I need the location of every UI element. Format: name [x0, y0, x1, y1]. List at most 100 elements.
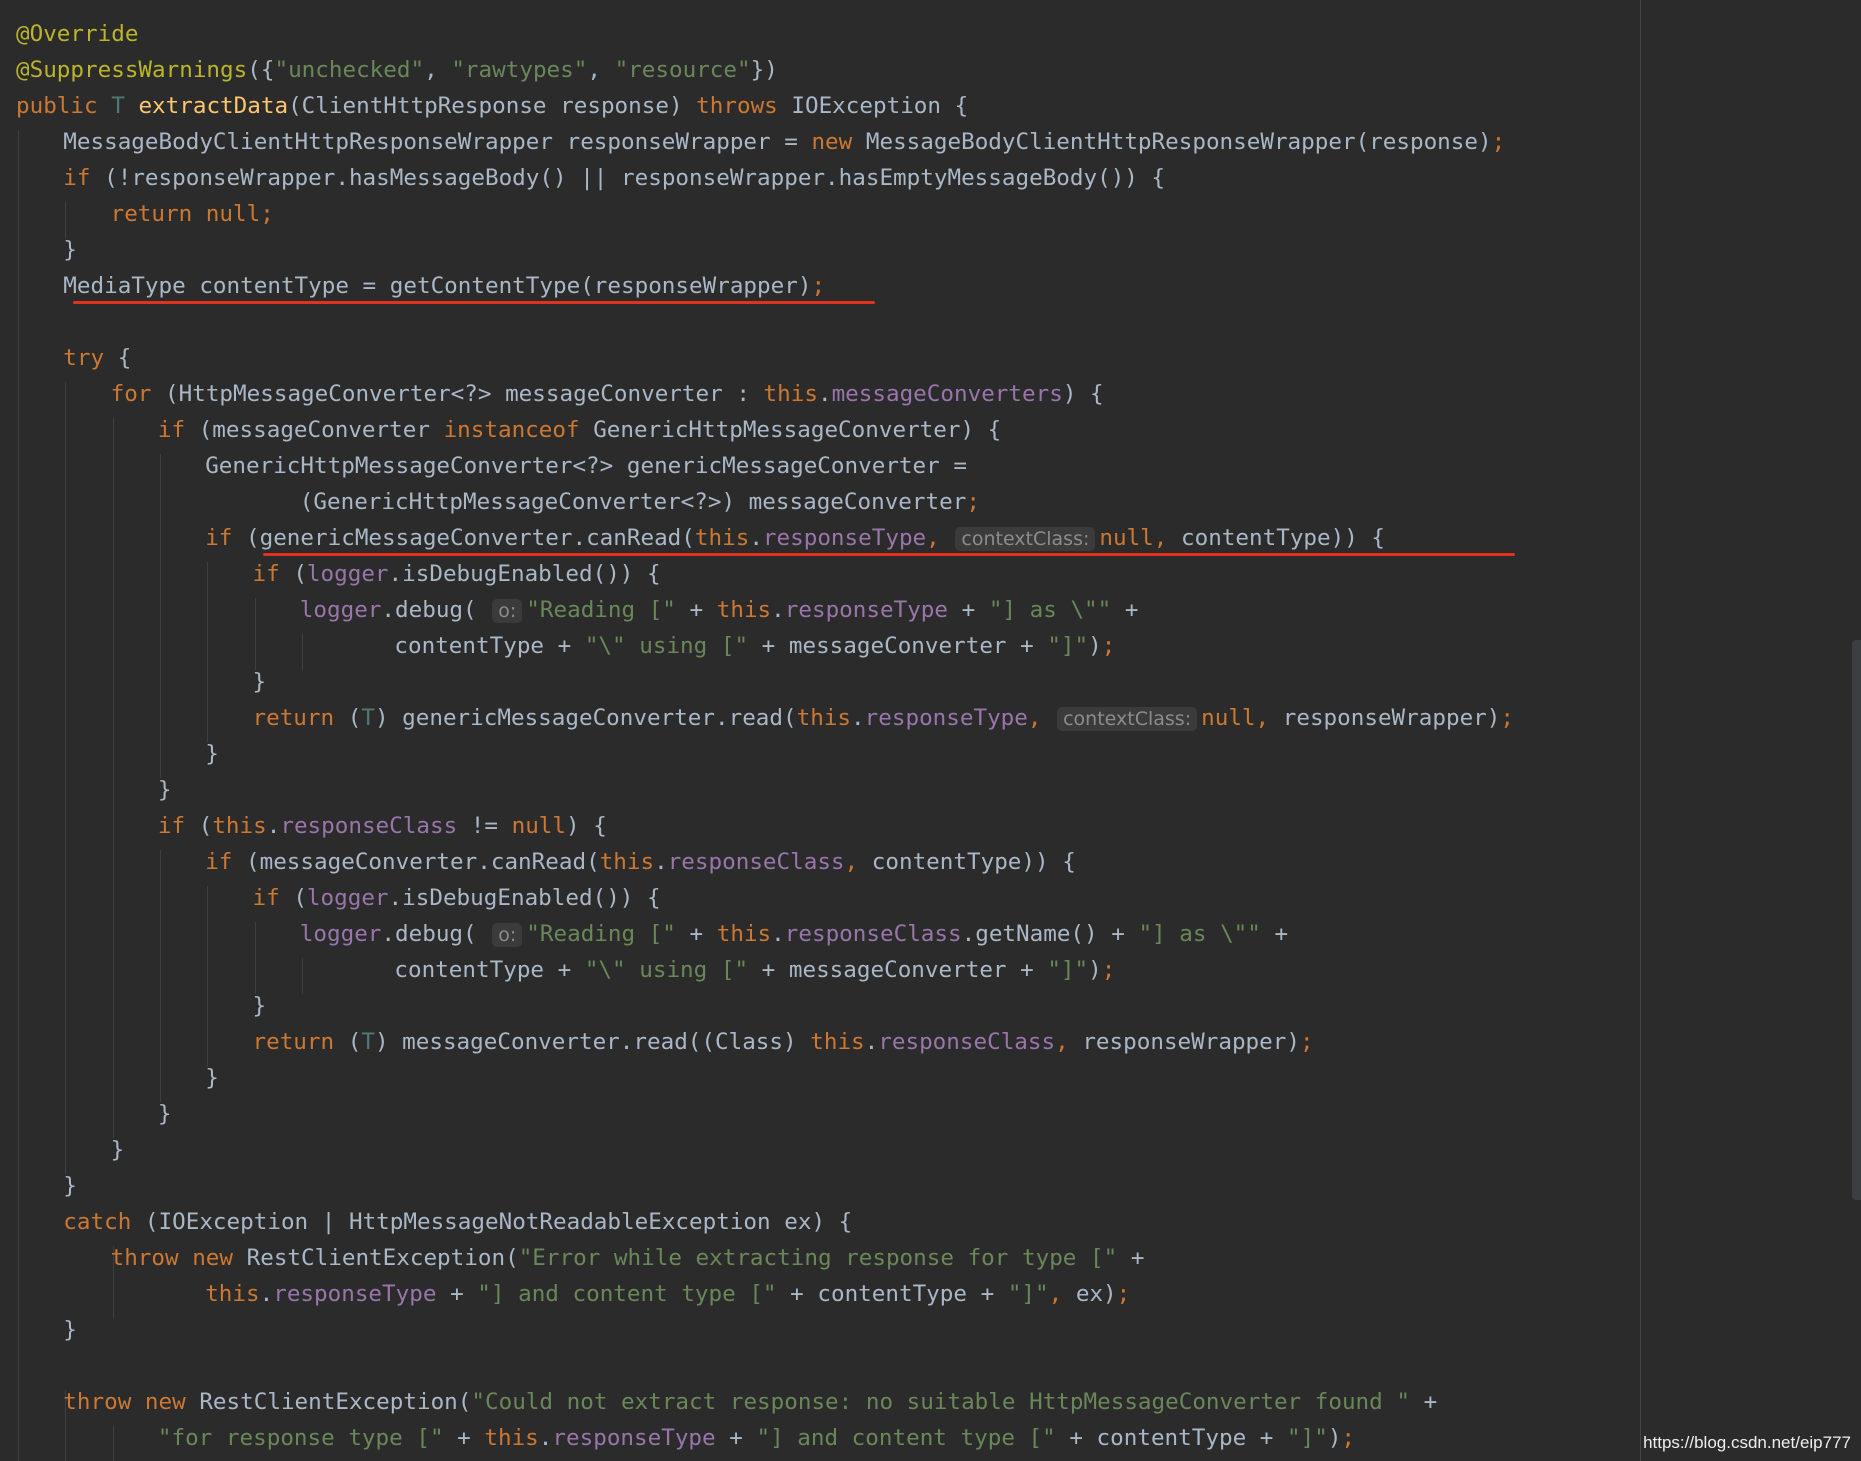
code-token: (HttpMessageConverter<?> messageConverte…: [165, 381, 764, 407]
code-line[interactable]: }: [253, 988, 267, 1024]
code-token: ,: [1027, 705, 1056, 731]
code-token: ): [1327, 1425, 1342, 1451]
code-token: +: [1423, 1389, 1438, 1415]
code-line[interactable]: }: [111, 1132, 125, 1168]
code-line[interactable]: if (this.responseClass != null) {: [158, 808, 607, 844]
code-line[interactable]: throw new RestClientException("Could not…: [63, 1384, 1437, 1420]
code-line[interactable]: }: [63, 1168, 77, 1204]
code-line[interactable]: for (HttpMessageConverter<?> messageConv…: [111, 376, 1104, 412]
code-line[interactable]: }: [205, 1060, 219, 1096]
code-token: ;: [1500, 705, 1514, 731]
code-token: return null;: [110, 201, 274, 227]
red-underline-mark: [73, 301, 875, 304]
code-token: (messageConverter: [198, 417, 444, 443]
code-token: "\" using [": [584, 957, 762, 983]
code-line[interactable]: if (genericMessageConverter.canRead(this…: [205, 520, 1385, 556]
code-token: "resource": [614, 57, 751, 83]
code-line[interactable]: @SuppressWarnings({"unchecked", "rawtype…: [16, 52, 778, 88]
code-line[interactable]: contentType + "\" using [" + messageConv…: [394, 952, 1115, 988]
code-line[interactable]: return (T) genericMessageConverter.read(…: [253, 700, 1514, 736]
code-line[interactable]: }: [63, 232, 77, 268]
indent-guide: [207, 562, 209, 742]
code-token: logger: [299, 921, 382, 947]
code-line[interactable]: "for response type [" + this.responseTyp…: [158, 1420, 1355, 1456]
code-token: (messageConverter.canRead(: [246, 849, 600, 875]
code-token: "for response type [": [157, 1425, 458, 1451]
code-token: ) genericMessageConverter.read(: [374, 705, 797, 731]
watermark: https://blog.csdn.net/eip777: [1643, 1433, 1851, 1452]
code-token: }: [252, 669, 267, 695]
code-token: .: [771, 597, 785, 623]
code-token: T: [361, 705, 375, 731]
code-token: ;: [811, 273, 826, 299]
code-line[interactable]: logger.debug( o: "Reading [" + this.respo…: [300, 916, 1288, 952]
code-line[interactable]: if (messageConverter instanceof GenericH…: [158, 412, 1001, 448]
code-line[interactable]: return (T) messageConverter.read((Class)…: [253, 1024, 1314, 1060]
code-editor[interactable]: @Override @SuppressWarnings({"unchecked",…: [0, 0, 1640, 1461]
code-token: messageConverters: [831, 381, 1063, 407]
code-line[interactable]: }: [158, 1096, 172, 1132]
indent-guide: [254, 598, 256, 670]
code-line[interactable]: catch (IOException | HttpMessageNotReada…: [63, 1204, 852, 1240]
indent-guide: [254, 922, 256, 994]
code-line[interactable]: }: [158, 772, 172, 808]
scrollbar-thumb[interactable]: [1852, 640, 1861, 1200]
code-line[interactable]: MessageBodyClientHttpResponseWrapper res…: [63, 124, 1505, 160]
indent-guide: [159, 454, 161, 778]
code-line[interactable]: (GenericHttpMessageConverter<?>) message…: [300, 484, 980, 520]
code-token: (ClientHttpResponse response): [288, 93, 697, 119]
code-token: (: [293, 885, 307, 911]
code-token: if: [252, 885, 294, 911]
code-token: responseClass: [667, 849, 845, 875]
code-line[interactable]: @Override: [16, 16, 138, 52]
code-token: (: [347, 1029, 362, 1055]
code-token: ;: [966, 489, 980, 515]
code-token: + contentType +: [1069, 1425, 1287, 1451]
code-token: "Could not extract response: no suitable…: [471, 1389, 1424, 1415]
code-token: responseType: [864, 705, 1028, 731]
code-line[interactable]: logger.debug( o: "Reading [" + this.respo…: [299, 592, 1138, 628]
code-token: (IOException | HttpMessageNotReadableExc…: [144, 1209, 853, 1235]
code-token: catch: [63, 1209, 145, 1235]
code-token: ,: [587, 57, 615, 83]
code-line[interactable]: }: [205, 736, 219, 772]
code-token: "] as \"": [988, 597, 1125, 623]
code-token: responseClass: [784, 921, 962, 947]
code-token: ,: [844, 849, 872, 875]
code-token: .: [864, 1029, 879, 1055]
code-token: MessageBodyClientHttpResponseWrapper(res…: [865, 129, 1492, 155]
code-line[interactable]: throw new RestClientException("Error whi…: [111, 1240, 1145, 1276]
code-token: (genericMessageConverter.canRead(: [246, 525, 695, 551]
code-line[interactable]: }: [253, 664, 267, 700]
code-token: if: [252, 561, 294, 587]
code-line[interactable]: this.responseType + "] and content type …: [205, 1276, 1130, 1312]
code-token: instanceof: [443, 417, 594, 443]
code-line[interactable]: if (logger.isDebugEnabled()) {: [253, 880, 661, 916]
code-line[interactable]: if (logger.isDebugEnabled()) {: [253, 556, 661, 592]
code-token: responseClass: [878, 1029, 1056, 1055]
code-token: @SuppressWarnings: [16, 57, 248, 83]
code-line[interactable]: public T extractData(ClientHttpResponse …: [16, 88, 968, 124]
code-token: this: [205, 1281, 260, 1307]
code-token: if: [205, 525, 246, 551]
code-token: ;: [1101, 633, 1116, 659]
code-token: .: [749, 525, 763, 551]
code-line[interactable]: return null;: [111, 196, 274, 232]
code-token: + contentType +: [790, 1281, 1008, 1307]
code-line[interactable]: }: [63, 1312, 77, 1348]
code-token: ) {: [1062, 381, 1104, 407]
indent-guide: [301, 958, 303, 994]
code-line[interactable]: try {: [63, 340, 131, 376]
code-token: ,: [1048, 1281, 1076, 1307]
code-token: }: [157, 777, 172, 803]
code-line[interactable]: if (!responseWrapper.hasMessageBody() ||…: [63, 160, 1165, 196]
code-token: .debug(: [381, 921, 491, 947]
code-line[interactable]: MediaType contentType = getContentType(r…: [63, 268, 825, 304]
code-line[interactable]: if (messageConverter.canRead(this.respon…: [205, 844, 1076, 880]
code-token: }: [63, 1317, 77, 1343]
code-token: logger: [299, 597, 382, 623]
code-token: GenericHttpMessageConverter) {: [593, 417, 1002, 443]
code-token: + messageConverter +: [761, 633, 1048, 659]
code-line[interactable]: GenericHttpMessageConverter<?> genericMe…: [205, 448, 967, 484]
code-line[interactable]: contentType + "\" using [" + messageConv…: [394, 628, 1115, 664]
